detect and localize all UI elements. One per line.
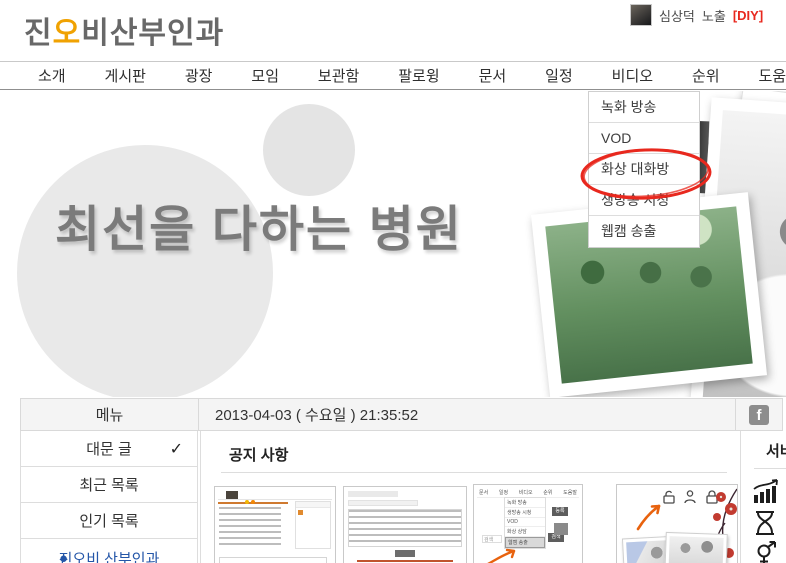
person-icon bbox=[687, 491, 692, 496]
sidebar-jinobi-label: 진오비 산부인과 bbox=[59, 548, 160, 563]
logo-text-orange: 오 bbox=[53, 17, 82, 50]
mini-search-input: 검색 bbox=[482, 535, 502, 543]
orange-arrow-icon bbox=[484, 545, 520, 563]
user-avatar[interactable] bbox=[630, 4, 652, 26]
user-expose-link[interactable]: 노출 bbox=[702, 6, 726, 25]
dropdown-item-vod[interactable]: VOD bbox=[589, 123, 699, 154]
user-name[interactable]: 심상덕 bbox=[659, 6, 695, 25]
video-dropdown-menu: 녹화 방송 VOD 화상 대화방 생방송 시청 웹캠 송출 bbox=[588, 91, 700, 248]
logo-text-gray2: 비산부인과 bbox=[81, 17, 224, 50]
share-cell: f bbox=[735, 399, 782, 430]
site-logo[interactable]: 진오비산부인과 bbox=[24, 8, 224, 52]
nav-item-intro[interactable]: 소개 bbox=[38, 65, 66, 86]
nav-item-schedule[interactable]: 일정 bbox=[545, 65, 573, 86]
gender-symbol-icon[interactable] bbox=[753, 541, 779, 563]
service-panel: 서비스 bbox=[740, 431, 786, 563]
nav-item-board[interactable]: 게시판 bbox=[105, 65, 146, 86]
user-box: 심상덕 노출 [DIY] bbox=[630, 4, 763, 26]
menu-header-label: 메뉴 bbox=[21, 399, 199, 430]
nav-item-docs[interactable]: 문서 bbox=[479, 65, 507, 86]
mini-form-tabs bbox=[348, 500, 418, 506]
nav-item-archive[interactable]: 보관함 bbox=[318, 65, 359, 86]
mini-chat-input bbox=[219, 557, 327, 563]
date-toolbar: 메뉴 2013-04-03 ( 수요일 ) 21:35:52 f bbox=[20, 398, 783, 431]
mini-menu-rank: 순위 bbox=[543, 489, 552, 496]
unlock-icon bbox=[664, 496, 674, 503]
nav-item-rank[interactable]: 순위 bbox=[692, 65, 720, 86]
hero-slogan: 최선을 다하는 병원 bbox=[55, 190, 463, 261]
notice-divider bbox=[221, 472, 727, 473]
nav-item-following[interactable]: 팔로윙 bbox=[398, 65, 439, 86]
dropdown-item-live-view[interactable]: 생방송 시청 bbox=[589, 185, 699, 216]
dropdown-item-webcam-out[interactable]: 웹캠 송출 bbox=[589, 216, 699, 247]
sidebar-popular-list-label: 인기 목록 bbox=[79, 510, 138, 531]
service-panel-title: 서비스 bbox=[766, 440, 786, 461]
notice-title: 공지 사항 bbox=[229, 444, 288, 465]
nav-item-video[interactable]: 비디오 bbox=[612, 65, 653, 86]
current-datetime: 2013-04-03 ( 수요일 ) 21:35:52 bbox=[199, 399, 735, 430]
dropdown-item-video-chatroom[interactable]: 화상 대화방 bbox=[589, 154, 699, 185]
main-nav: 소개 게시판 광장 모임 보관함 팔로윙 문서 일정 비디오 순위 도움말 bbox=[0, 61, 786, 90]
sidebar-item-jinobi[interactable]: ● 진오비 산부인과 bbox=[21, 539, 197, 563]
mini-dropdown: 녹화 방송 생방송 시청 VOD 화상 상담 웹캠 송출 bbox=[504, 497, 546, 549]
service-panel-divider bbox=[754, 468, 786, 469]
mini-menu-help: 도움말 bbox=[563, 489, 577, 496]
notice-section: 공지 사항 문서 일정 비디오 bbox=[200, 431, 740, 563]
mini-menu-schedule: 일정 bbox=[499, 489, 508, 496]
notice-thumbnail-menu[interactable]: 문서 일정 비디오 순위 도움말 녹화 방송 생방송 시청 VOD 화상 상담 … bbox=[473, 484, 583, 563]
sidebar-item-front-posts[interactable]: 대문 글 ✓ bbox=[21, 431, 197, 467]
mini-form-header bbox=[348, 491, 398, 497]
nav-item-help[interactable]: 도움말 bbox=[759, 65, 786, 86]
mini-form-textarea bbox=[348, 509, 462, 547]
hero-ring-circle bbox=[17, 145, 273, 397]
mini-chat-side bbox=[295, 501, 331, 549]
sidebar-front-posts-label: 대문 글 bbox=[86, 438, 132, 459]
mini-avatar bbox=[226, 491, 238, 499]
facebook-icon[interactable]: f bbox=[749, 405, 769, 425]
hourglass-icon[interactable] bbox=[753, 510, 777, 536]
mini-photo-right bbox=[664, 532, 728, 563]
sidebar-item-recent-list[interactable]: 최근 목록 bbox=[21, 467, 197, 503]
nav-item-group[interactable]: 모임 bbox=[251, 65, 279, 86]
sidebar-recent-list-label: 최근 목록 bbox=[79, 474, 138, 495]
mini-chat-lines bbox=[219, 507, 281, 547]
mini-form-button bbox=[395, 550, 415, 557]
mini-orange-marker bbox=[298, 510, 303, 515]
checkmark-icon: ✓ bbox=[170, 439, 183, 459]
mini-emoji-dots bbox=[245, 500, 249, 504]
sidebar-item-popular-list[interactable]: 인기 목록 bbox=[21, 503, 197, 539]
diy-link[interactable]: [DIY] bbox=[733, 8, 763, 23]
mini-orange-text bbox=[218, 502, 288, 504]
orange-curved-arrow-icon bbox=[635, 501, 665, 531]
logo-text-gray1: 진 bbox=[24, 17, 53, 50]
dropdown-item-recorded[interactable]: 녹화 방송 bbox=[589, 92, 699, 123]
blue-bullet-icon: ● bbox=[59, 550, 68, 563]
mini-menu-video: 비디오 bbox=[519, 489, 533, 496]
mini-form-warning bbox=[357, 560, 453, 562]
mini-menu-docs: 문서 bbox=[479, 489, 488, 496]
mini-gray-chip bbox=[554, 523, 568, 535]
notice-thumbnail-form[interactable] bbox=[343, 486, 467, 563]
notice-thumbnail-deco[interactable] bbox=[616, 484, 738, 563]
stats-chart-icon[interactable] bbox=[753, 478, 780, 504]
page: 진오비산부인과 심상덕 노출 [DIY] 소개 게시판 광장 모임 보관함 팔로… bbox=[0, 0, 786, 563]
mini-register-button: 등록 bbox=[552, 507, 568, 516]
nav-item-plaza[interactable]: 광장 bbox=[185, 65, 213, 86]
left-sidebar: 대문 글 ✓ 최근 목록 인기 목록 ● 진오비 산부인과 bbox=[20, 431, 198, 563]
hero-small-circle bbox=[263, 104, 355, 196]
notice-thumbnail-chat[interactable] bbox=[214, 486, 336, 563]
